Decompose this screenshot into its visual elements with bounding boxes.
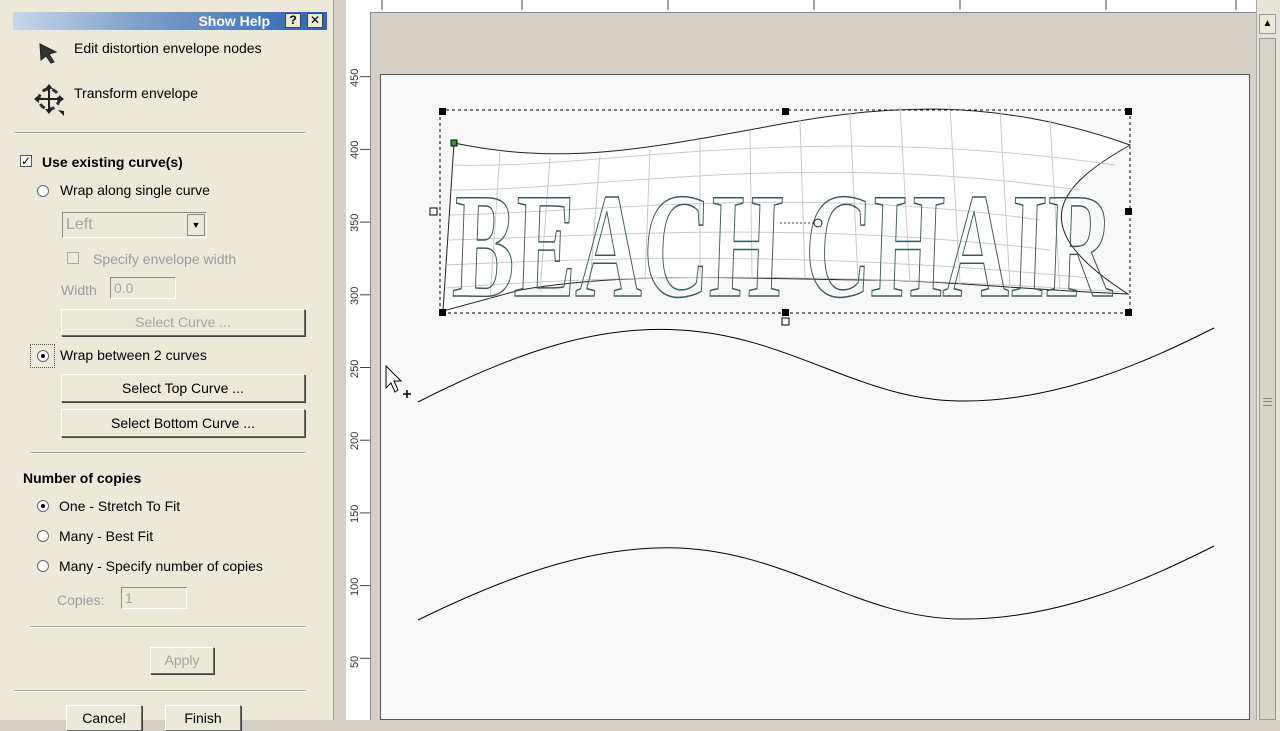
edit-nodes-label: Edit distortion envelope nodes [74,40,262,56]
ruler-label: 150 [349,504,361,523]
horizontal-ruler [346,0,1256,13]
separator [30,626,306,628]
wrap-two-label: Wrap between 2 curves [60,347,207,363]
transform-envelope-label: Transform envelope [74,85,198,101]
separator [30,452,306,454]
cancel-button[interactable]: Cancel [66,705,142,731]
envelope-panel: Show Help ? ✕ Edit distortion envelope n… [0,0,334,731]
ruler-label: 200 [349,431,361,451]
copies-section-title: Number of copies [23,470,142,486]
select-top-curve-button[interactable]: Select Top Curve ... [61,374,305,402]
separator [14,690,306,692]
ruler-label: 100 [349,577,361,596]
width-input-value: 0.0 [114,280,134,296]
alignment-select[interactable]: Left ▼ [62,212,207,238]
transform-move-icon [34,84,64,116]
horizontal-ruler-ticks [381,0,1237,10]
wrap-two-radio[interactable] [37,350,49,362]
specify-width-checkbox[interactable] [67,252,79,264]
one-stretch-radio[interactable] [37,500,49,512]
close-button[interactable]: ✕ [307,13,323,28]
ruler-label: 300 [349,286,361,305]
wrap-single-radio[interactable] [37,185,49,197]
alignment-select-value: Left [66,216,93,233]
wrap-single-label: Wrap along single curve [60,182,210,198]
many-best-fit-label: Many - Best Fit [59,528,154,544]
width-input[interactable]: 0.0 [110,277,176,299]
copies-input[interactable]: 1 [121,587,187,609]
chevron-down-icon: ▼ [187,214,205,236]
ruler-label: 50 [349,656,361,669]
ruler-label: 400 [349,141,361,160]
ruler-label: 250 [349,359,361,378]
select-bottom-curve-button[interactable]: Select Bottom Curve ... [61,409,305,437]
scroll-up-icon[interactable]: ▲ [1259,14,1276,34]
help-button[interactable]: ? [285,13,301,28]
many-best-fit-radio[interactable] [37,530,49,542]
panel-title-bar: Show Help ? ✕ [13,12,327,30]
select-curve-button[interactable]: Select Curve ... [61,309,305,336]
use-existing-checkbox[interactable]: ✓ [20,155,32,167]
drawing-page[interactable] [380,74,1250,720]
node-edit-arrow-icon [39,43,58,64]
many-specify-radio[interactable] [37,560,49,572]
apply-button[interactable]: Apply [150,647,214,674]
use-existing-label: Use existing curve(s) [42,154,183,170]
width-label: Width [61,282,97,298]
separator [14,132,306,134]
one-stretch-label: One - Stretch To Fit [59,498,181,514]
finish-button[interactable]: Finish [165,705,241,731]
vertical-scrollbar-thumb[interactable] [1259,38,1276,720]
scroll-grip-icon [1263,398,1272,406]
ruler-label: 350 [349,213,361,233]
show-help-label[interactable]: Show Help [198,13,270,29]
ruler-label: 450 [349,68,361,87]
specify-width-label: Specify envelope width [93,251,237,267]
many-specify-label: Many - Specify number of copies [59,558,263,574]
copies-label: Copies: [57,592,105,608]
copies-input-value: 1 [125,590,133,606]
